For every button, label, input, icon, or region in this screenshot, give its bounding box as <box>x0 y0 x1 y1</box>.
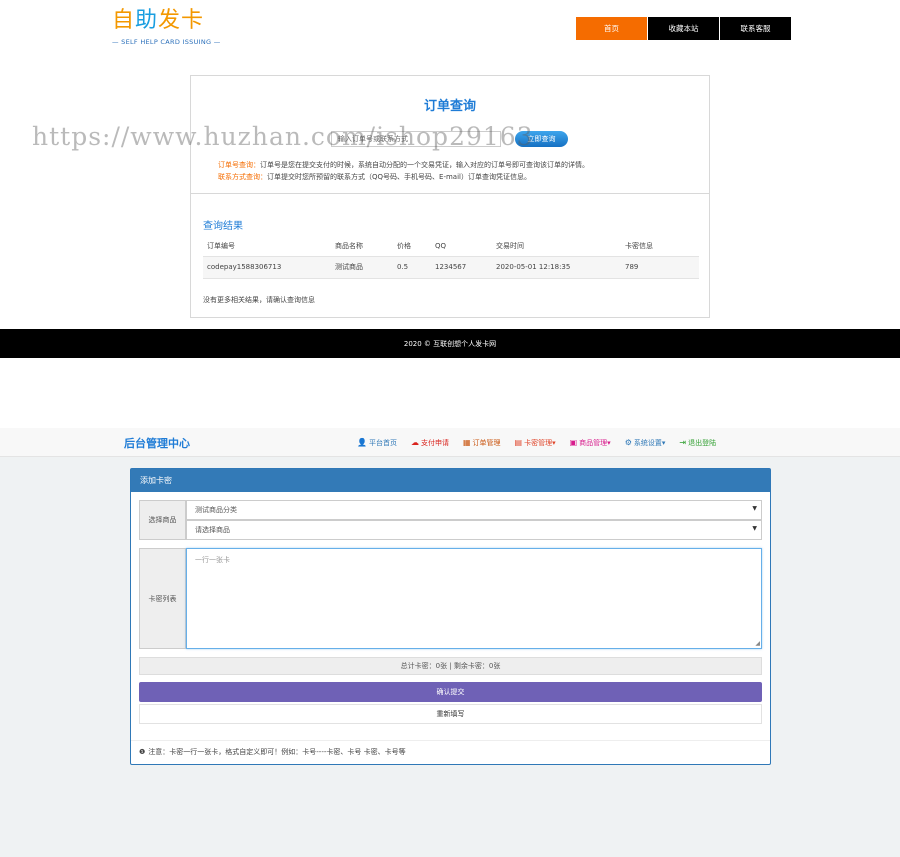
admin-navbar: 后台管理中心 👤 平台首页 ☁ 支付申请 ▦ 订单管理 ▤ 卡密管理▾ ▣ 商品… <box>0 428 900 457</box>
query-title: 订单查询 <box>423 99 476 114</box>
resize-handle-icon[interactable]: ◢ <box>755 640 760 647</box>
nav-home[interactable]: 首页 <box>576 17 647 40</box>
col-price: 价格 <box>393 236 431 257</box>
table-row: codepay1588306713 测试商品 0.5 1234567 2020-… <box>203 256 699 279</box>
gear-icon: ⚙ <box>624 438 632 447</box>
divider <box>191 193 709 194</box>
results-table: 订单编号 商品名称 价格 QQ 交易时间 卡密信息 codepay1588306… <box>203 236 699 279</box>
card-count-stats: 总计卡密：0张 | 剩余卡密：0张 <box>139 657 762 675</box>
dropdown-arrow-icon: ▼ <box>752 505 757 512</box>
cell-product: 测试商品 <box>331 256 393 279</box>
book-icon: ▦ <box>462 438 471 447</box>
site-footer: 2020 © 互联创想个人发卡网 <box>0 329 900 358</box>
nav-bookmark[interactable]: 收藏本站 <box>648 17 719 40</box>
col-product: 商品名称 <box>331 236 393 257</box>
cell-card: 789 <box>621 256 699 279</box>
table-header-row: 订单编号 商品名称 价格 QQ 交易时间 卡密信息 <box>203 236 699 257</box>
cell-order-id: codepay1588306713 <box>203 256 331 279</box>
add-cards-panel: 添加卡密 选择商品 测试商品分类 ▼ 请选择商品 ▼ 卡密列表 一行一张卡 ◢ … <box>130 468 771 765</box>
admin-brand[interactable]: 后台管理中心 <box>124 435 190 451</box>
query-tip-order: 订单号查询：订单号是您在提交支付的时候，系统自动分配的一个交易凭证，输入对应的订… <box>218 161 589 169</box>
format-note: ❶ 注意：卡密一行一张卡，格式自定义即可！例如：卡号----卡密、卡号 卡密、卡… <box>139 748 406 756</box>
admin-page: 后台管理中心 👤 平台首页 ☁ 支付申请 ▦ 订单管理 ▤ 卡密管理▾ ▣ 商品… <box>0 428 900 857</box>
menu-home[interactable]: 👤 平台首页 <box>357 438 397 448</box>
query-tip-contact: 联系方式查询：订单提交时您所预留的联系方式（QQ号码、手机号码、E-mail）订… <box>218 173 531 181</box>
nav-contact[interactable]: 联系客服 <box>720 17 791 40</box>
list-icon: ▤ <box>514 438 523 447</box>
col-time: 交易时间 <box>492 236 621 257</box>
info-icon: ❶ <box>139 748 146 756</box>
cell-qq: 1234567 <box>431 256 492 279</box>
menu-products[interactable]: ▣ 商品管理▾ <box>570 438 611 448</box>
results-title: 查询结果 <box>203 221 243 232</box>
site-logo[interactable]: 自助发卡 — SELF HELP CARD ISSUING — <box>112 6 227 54</box>
divider <box>131 740 770 741</box>
menu-payment[interactable]: ☁ 支付申请 <box>411 438 449 448</box>
card-list-textarea[interactable]: 一行一张卡 ◢ <box>186 548 762 649</box>
admin-menu: 👤 平台首页 ☁ 支付申请 ▦ 订单管理 ▤ 卡密管理▾ ▣ 商品管理▾ ⚙ 系… <box>357 428 716 457</box>
col-order-id: 订单编号 <box>203 236 331 257</box>
top-nav: 首页 收藏本站 联系客服 <box>576 17 791 40</box>
logo-text: 自助发卡 <box>112 8 205 33</box>
category-select[interactable]: 测试商品分类 ▼ <box>186 500 762 520</box>
cloud-icon: ☁ <box>410 438 419 447</box>
product-select[interactable]: 请选择商品 ▼ <box>186 520 762 540</box>
cell-price: 0.5 <box>393 256 431 279</box>
results-note: 没有更多相关结果，请确认查询信息 <box>203 296 315 304</box>
watermark: https://www.huzhan.com/ishop29163 <box>32 122 534 151</box>
menu-orders[interactable]: ▦ 订单管理 <box>463 438 501 448</box>
card-list-label: 卡密列表 <box>139 548 186 649</box>
select-product-label: 选择商品 <box>139 500 186 540</box>
reset-button[interactable]: 重新填写 <box>139 704 762 724</box>
menu-settings[interactable]: ⚙ 系统设置▾ <box>625 438 666 448</box>
order-query-box: 订单查询 输入订单号或联系方式 立即查询 订单号查询：订单号是您在提交支付的时候… <box>190 75 710 318</box>
cell-time: 2020-05-01 12:18:35 <box>492 256 621 279</box>
logo-subtitle: — SELF HELP CARD ISSUING — <box>112 38 221 46</box>
col-card: 卡密信息 <box>621 236 699 257</box>
panel-title: 添加卡密 <box>131 469 770 492</box>
user-icon: 👤 <box>357 438 367 447</box>
submit-button[interactable]: 确认提交 <box>139 682 762 702</box>
menu-logout[interactable]: ⇥ 退出登陆 <box>679 438 716 448</box>
dropdown-arrow-icon: ▼ <box>752 525 757 532</box>
menu-cards[interactable]: ▤ 卡密管理▾ <box>515 438 556 448</box>
logout-icon: ⇥ <box>679 438 687 447</box>
grid-icon: ▣ <box>569 438 578 447</box>
col-qq: QQ <box>431 236 492 257</box>
